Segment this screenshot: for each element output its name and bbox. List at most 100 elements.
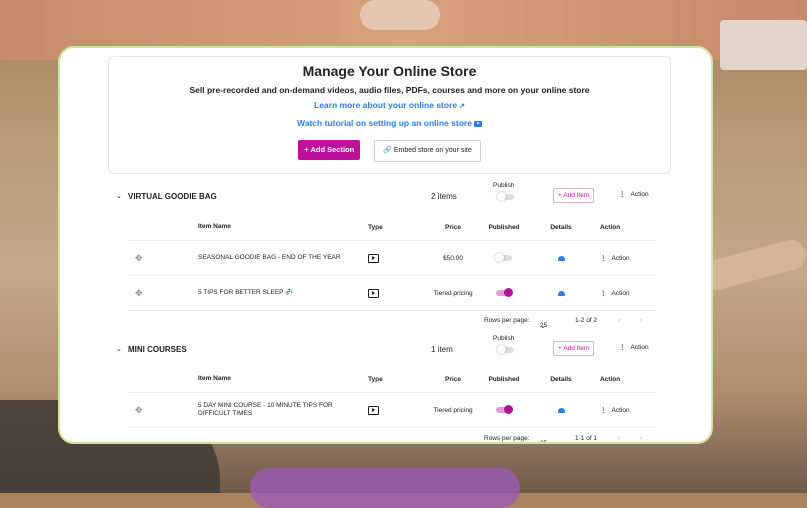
item-published-toggle[interactable] (496, 405, 513, 414)
item-action-label: Action (611, 254, 630, 262)
video-icon (368, 405, 379, 415)
item-action-label: Action (611, 406, 630, 414)
add-item-button[interactable]: + Add Item (553, 188, 595, 203)
col-details: Details (550, 223, 572, 231)
col-type: Type (368, 223, 383, 231)
table-row: ✥ 5 TIPS FOR BETTER SLEEP 💤 Tiered prici… (128, 276, 656, 311)
section-publish-toggle[interactable] (497, 192, 514, 201)
learn-more-label: Learn more about your online store (314, 100, 458, 110)
toggle-knob (495, 253, 504, 262)
table-row: ✥ SEASONAL GOODIE BAG - END OF THE YEAR … (128, 241, 656, 276)
item-action-menu[interactable]: ⋮ Action (600, 393, 630, 427)
section-header-mini-courses: ⌄ MINI COURSES 1 item Publish + Add Item… (116, 335, 676, 361)
details-icon[interactable] (557, 407, 565, 413)
item-action-menu[interactable]: ⋮ Action (600, 276, 630, 310)
embed-store-label: Embed store on your site (393, 147, 472, 154)
col-item-name: Item Name (198, 223, 231, 230)
chevron-down-icon[interactable]: ⌄ (116, 345, 122, 353)
rows-per-page-label: Rows per page: (484, 435, 530, 442)
toggle-knob (504, 288, 513, 297)
video-icon (368, 253, 379, 263)
youtube-icon (473, 120, 482, 127)
item-price: $50.00 (443, 254, 463, 262)
chevron-down-icon[interactable]: ⌄ (116, 192, 122, 200)
item-action-menu[interactable]: ⋮ Action (600, 241, 630, 275)
background-fan (360, 0, 440, 30)
col-item-name: Item Name (198, 375, 231, 382)
table-header: Item Name Type Price Published Details A… (128, 366, 656, 393)
more-vertical-icon: ⋮ (600, 407, 606, 414)
item-name: 5 TIPS FOR BETTER SLEEP 💤 (198, 289, 294, 296)
section-action-menu[interactable]: ⋮ Action (619, 190, 649, 198)
col-price: Price (445, 375, 461, 383)
item-action-label: Action (611, 289, 630, 297)
section-action-label: Action (630, 191, 649, 198)
col-details: Details (550, 375, 572, 383)
table-pagination: Rows per page: 25 ⌄ 1-1 of 1 ‹ › (128, 430, 656, 442)
section-name: VIRTUAL GOODIE BAG (128, 192, 217, 201)
video-icon (368, 288, 379, 298)
tutorial-label: Watch tutorial on setting up an online s… (297, 118, 472, 128)
toggle-knob (497, 345, 506, 354)
drag-handle-icon[interactable]: ✥ (135, 276, 143, 310)
section-action-label: Action (630, 344, 649, 351)
page-range: 1-1 of 1 (575, 435, 598, 442)
section-name: MINI COURSES (128, 345, 187, 354)
chevron-down-icon: ⌄ (540, 440, 545, 442)
page-subtitle: Sell pre-recorded and on-demand videos, … (189, 85, 590, 95)
online-store-panel: Manage Your Online Store Sell pre-record… (58, 46, 713, 444)
more-vertical-icon: ⋮ (600, 290, 606, 297)
col-published: Published (488, 375, 520, 383)
more-vertical-icon: ⋮ (619, 191, 625, 198)
link-icon: 🔗 (383, 147, 394, 154)
col-type: Type (368, 375, 383, 383)
table-row: ✥ 5 DAY MINI COURSE - 10 MINUTE TIPS FOR… (128, 393, 656, 428)
section-action-menu[interactable]: ⋮ Action (619, 343, 649, 351)
items-table-mini-courses: Item Name Type Price Published Details A… (128, 366, 656, 428)
more-vertical-icon: ⋮ (619, 344, 625, 351)
items-table-virtual-goodie-bag: Item Name Type Price Published Details A… (128, 214, 656, 311)
drag-handle-icon[interactable]: ✥ (135, 393, 143, 427)
item-published-toggle[interactable] (495, 253, 512, 262)
section-item-count: 2 items (431, 192, 457, 201)
table-header: Item Name Type Price Published Details A… (128, 214, 656, 241)
details-icon[interactable] (557, 255, 565, 261)
section-item-count: 1 item (431, 345, 453, 354)
publish-label: Publish (493, 182, 515, 189)
chevron-down-icon: ⌄ (540, 323, 546, 330)
background-air-conditioner (720, 20, 807, 70)
section-publish-toggle[interactable] (497, 345, 514, 354)
add-section-button[interactable]: + Add Section (298, 140, 361, 160)
learn-more-link[interactable]: Learn more about your online store ↗ (109, 100, 670, 110)
next-page-icon[interactable]: › (640, 435, 642, 442)
drag-handle-icon[interactable]: ✥ (135, 241, 143, 275)
section-header-virtual-goodie-bag: ⌄ VIRTUAL GOODIE BAG 2 items Publish + A… (116, 182, 676, 208)
details-icon[interactable] (557, 290, 565, 296)
table-pagination: Rows per page: 25 ⌄ 1-2 of 2 ‹ › (128, 312, 656, 332)
store-hero-card: Manage Your Online Store Sell pre-record… (108, 56, 671, 174)
toggle-knob (504, 405, 513, 414)
publish-label: Publish (493, 335, 515, 342)
rows-per-page-label: Rows per page: (484, 317, 530, 324)
item-published-toggle[interactable] (496, 288, 513, 297)
external-link-icon: ↗ (459, 103, 465, 110)
background-yoga-mat (250, 468, 520, 508)
col-action: Action (600, 223, 621, 231)
item-name: SEASONAL GOODIE BAG - END OF THE YEAR (198, 254, 341, 261)
tutorial-link[interactable]: Watch tutorial on setting up an online s… (109, 118, 670, 128)
background-arm (697, 236, 807, 294)
page-title: Manage Your Online Store (302, 63, 477, 79)
col-price: Price (445, 223, 461, 231)
col-action: Action (600, 375, 621, 383)
page-range: 1-2 of 2 (575, 317, 598, 324)
embed-store-button[interactable]: 🔗 Embed store on your site (374, 140, 481, 162)
toggle-knob (497, 192, 506, 201)
item-name: 5 DAY MINI COURSE - 10 MINUTE TIPS FOR D… (198, 402, 333, 417)
add-item-button[interactable]: + Add Item (553, 341, 595, 356)
prev-page-icon[interactable]: ‹ (618, 435, 620, 442)
item-price: Tiered pricing (433, 289, 473, 297)
next-page-icon[interactable]: › (640, 317, 642, 324)
col-published: Published (488, 223, 520, 231)
item-price: Tiered pricing (433, 406, 473, 414)
prev-page-icon[interactable]: ‹ (618, 317, 620, 324)
